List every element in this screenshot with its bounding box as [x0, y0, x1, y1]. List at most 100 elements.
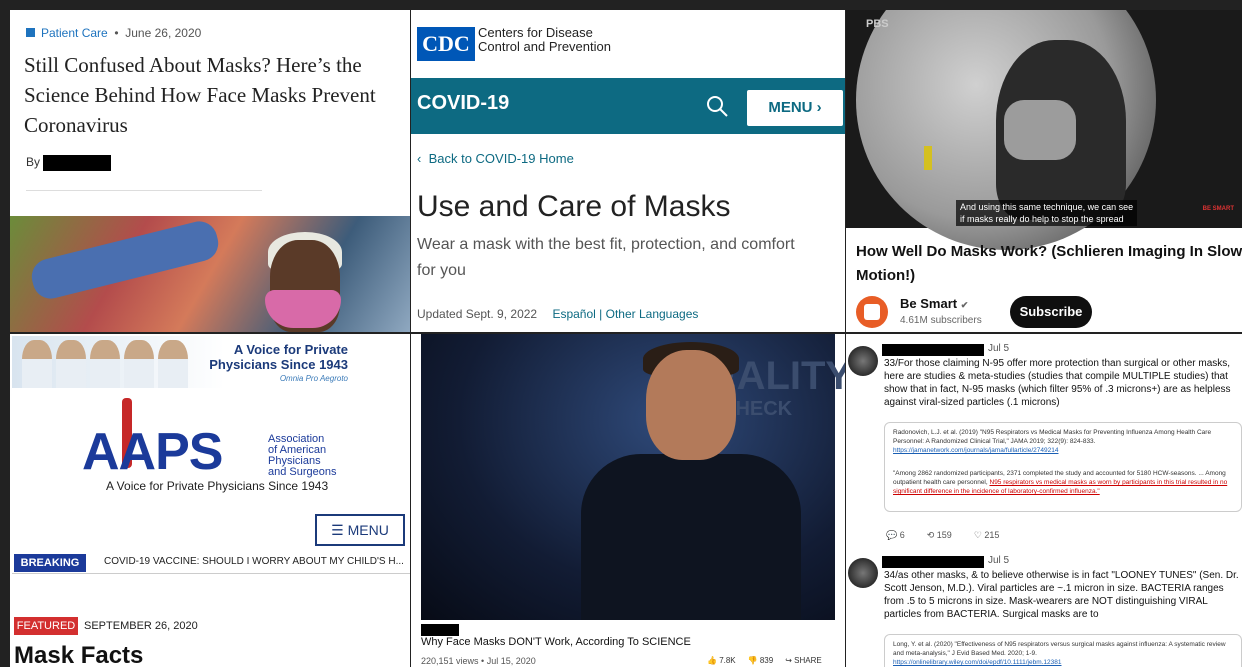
- video-player[interactable]: REALITY CHECK: [421, 334, 845, 620]
- menu-button[interactable]: MENU ›: [747, 90, 843, 126]
- byline-label: By: [26, 155, 41, 170]
- channel-avatar[interactable]: [856, 296, 888, 328]
- chevron-right-icon: ›: [816, 99, 822, 116]
- video-caption: And using this same technique, we can se…: [956, 200, 1138, 226]
- citation-text: Radonovich, L.J. et al. (2019) "N95 Resp…: [893, 429, 1212, 445]
- subscriber-count: 4.61M subscribers: [900, 315, 982, 326]
- doctor-figure: [158, 340, 188, 388]
- tweet-text: 33/For those claiming N-95 offer more pr…: [884, 358, 1231, 408]
- citation-card[interactable]: Radonovich, L.J. et al. (2019) "N95 Resp…: [884, 422, 1242, 512]
- dislike-button[interactable]: 👎 839: [748, 656, 774, 665]
- citation-link[interactable]: https://jamanetwork.com/journals/jama/fu…: [893, 446, 1233, 455]
- youtube-video-panel-reality-check: REALITY CHECK Why Face Masks DON'T Work,…: [411, 334, 845, 667]
- lang-separator: |: [599, 307, 603, 321]
- slogan-line-1: A Voice for Private: [233, 342, 348, 357]
- article-heading[interactable]: Mask Facts: [14, 642, 143, 667]
- caption-line-2: if masks really do help to stop the spre…: [960, 214, 1124, 224]
- person-mask: [1004, 100, 1076, 160]
- breaking-ticker-link[interactable]: COVID-19 VACCINE: SHOULD I WORRY ABOUT M…: [104, 556, 404, 567]
- page-title: Use and Care of Masks: [417, 190, 731, 223]
- category-square-icon: [26, 28, 35, 37]
- redacted-username: [882, 344, 984, 356]
- pbs-logo: PBS: [866, 18, 889, 30]
- aaps-site-panel: A Voice for Private Physicians Since 194…: [10, 334, 410, 667]
- menu-label: MENU: [347, 522, 389, 538]
- category-link[interactable]: Patient Care: [41, 26, 108, 40]
- tagline: A Voice for Private Physicians Since 194…: [106, 479, 329, 493]
- dislike-count: 839: [759, 656, 774, 665]
- tweet-actions: 💬 6 ⟲ 159 ♡ 215: [886, 530, 999, 541]
- photo-mask: [265, 290, 341, 328]
- cdc-logo[interactable]: CDC: [417, 27, 475, 61]
- redacted-label: [421, 624, 459, 636]
- back-link[interactable]: ‹ Back to COVID-19 Home: [417, 151, 574, 166]
- twitter-thread-panel: Jul 5 33/For those claiming N-95 offer m…: [846, 334, 1242, 667]
- citation-text: Long, Y. et al. (2020) "Effectiveness of…: [893, 641, 1226, 657]
- doctor-figure: [124, 340, 154, 388]
- view-count: 220,151 views • Jul 15, 2020: [421, 656, 536, 666]
- tweet-date: Jul 5: [988, 555, 1010, 566]
- redacted-username: [882, 556, 984, 568]
- reply-button[interactable]: 💬 6: [886, 530, 905, 541]
- like-button[interactable]: ♡ 215: [974, 530, 1000, 541]
- aaps-logo[interactable]: AAPS: [82, 422, 223, 482]
- redacted-author: [43, 155, 112, 171]
- featured-badge: FEATURED: [14, 617, 78, 635]
- like-count: 215: [984, 530, 1000, 540]
- espanol-link[interactable]: Español: [552, 307, 595, 321]
- video-title: How Well Do Masks Work? (Schlieren Imagi…: [856, 243, 1242, 284]
- search-icon[interactable]: [705, 94, 729, 118]
- article-title[interactable]: Still Confused About Masks? Here’s the S…: [24, 50, 404, 140]
- cdc-page-panel: CDC Centers for Disease Control and Prev…: [411, 10, 845, 332]
- motto: Omnia Pro Aegroto: [279, 374, 348, 383]
- video-actions: 👍 7.8K 👎 839 ↪ SHARE: [707, 656, 822, 665]
- menu-button[interactable]: ☰ MENU: [315, 514, 405, 546]
- chevron-left-icon: ‹: [417, 151, 422, 166]
- video-title: Why Face Masks DON'T Work, According To …: [421, 636, 691, 648]
- tweet-text: 34/as other masks, & to believe otherwis…: [884, 570, 1239, 620]
- share-button[interactable]: ↪ SHARE: [785, 656, 822, 665]
- like-button[interactable]: 👍 7.8K: [707, 656, 736, 665]
- tweet-date: Jul 5: [988, 343, 1010, 354]
- article-date: June 26, 2020: [125, 26, 202, 40]
- other-languages-link[interactable]: Other Languages: [606, 307, 699, 321]
- org-line-1: Centers for Disease: [478, 25, 593, 40]
- header-banner: A Voice for Private Physicians Since 194…: [12, 336, 366, 388]
- banner-slogan: A Voice for Private Physicians Since 194…: [202, 342, 348, 372]
- breaking-badge: BREAKING: [14, 554, 86, 572]
- citation-link[interactable]: https://onlinelibrary.wiley.com/doi/epdf…: [893, 658, 1233, 667]
- section-title[interactable]: COVID-19: [417, 92, 509, 115]
- doctors-photo: [22, 340, 188, 388]
- org-line-2: Control and Prevention: [478, 39, 611, 54]
- citation-quote: "Among 2862 randomized participants, 237…: [893, 469, 1233, 496]
- citation-card[interactable]: Long, Y. et al. (2020) "Effectiveness of…: [884, 634, 1242, 667]
- watermark: BE SMART: [1202, 206, 1234, 212]
- subscribe-button[interactable]: Subscribe: [1010, 296, 1092, 328]
- channel-name-row[interactable]: Be Smart ✔: [900, 296, 968, 311]
- doctor-figure: [56, 340, 86, 388]
- avatar[interactable]: [848, 558, 878, 588]
- featured-date: SEPTEMBER 26, 2020: [84, 620, 198, 632]
- caption-line-1: And using this same technique, we can se…: [960, 202, 1134, 212]
- avatar[interactable]: [848, 346, 878, 376]
- reply-count: 6: [899, 530, 905, 540]
- hamburger-icon: ☰: [331, 522, 344, 538]
- byline: By: [26, 155, 112, 171]
- retweet-button[interactable]: ⟲ 159: [927, 530, 952, 541]
- like-count: 7.8K: [719, 656, 736, 665]
- presenter-head: [646, 350, 736, 460]
- verified-icon: ✔: [960, 300, 969, 310]
- article-panel-patient-care: Patient Care • June 26, 2020 Still Confu…: [10, 10, 410, 332]
- doctor-figure: [22, 340, 52, 388]
- cdc-org-name: Centers for Disease Control and Preventi…: [478, 26, 611, 54]
- video-player[interactable]: PBS And using this same technique, we ca…: [846, 10, 1242, 250]
- share-label: SHARE: [794, 656, 822, 665]
- assoc-line-4: and Surgeons: [268, 466, 337, 478]
- back-link-label: Back to COVID-19 Home: [428, 151, 574, 166]
- channel-name: Be Smart: [900, 296, 958, 311]
- association-name: Association of American Physicians and S…: [268, 434, 337, 478]
- presenter-body: [581, 454, 801, 620]
- divider: [12, 573, 410, 574]
- article-meta: Patient Care • June 26, 2020: [26, 26, 201, 40]
- candle-flame: [924, 146, 932, 170]
